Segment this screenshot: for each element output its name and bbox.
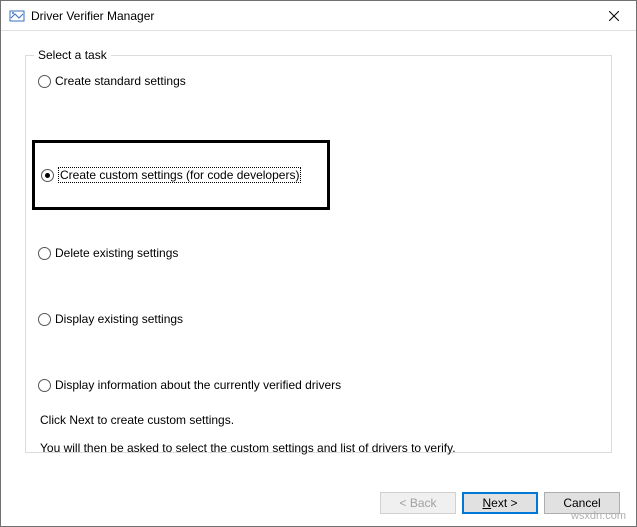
cancel-button[interactable]: Cancel [544, 492, 620, 514]
radio-icon [38, 379, 51, 392]
group-legend: Select a task [34, 48, 111, 62]
content-area: Select a task Create standard settings C… [1, 31, 636, 453]
back-button: < Back [380, 492, 456, 514]
radio-create-custom[interactable]: Create custom settings (for code develop… [41, 167, 301, 183]
radio-label: Create standard settings [55, 74, 186, 88]
task-groupbox: Select a task Create standard settings C… [25, 55, 612, 453]
radio-label: Delete existing settings [55, 246, 178, 260]
radio-label: Display existing settings [55, 312, 183, 326]
highlight-box: Create custom settings (for code develop… [32, 140, 330, 210]
titlebar: Driver Verifier Manager [1, 1, 636, 31]
radio-display-info[interactable]: Display information about the currently … [38, 378, 601, 392]
window-title: Driver Verifier Manager [31, 9, 591, 23]
radio-icon [38, 313, 51, 326]
info-line-1: Click Next to create custom settings. [40, 410, 597, 432]
next-button[interactable]: Next > [462, 492, 538, 514]
radio-icon [38, 247, 51, 260]
info-line-2: You will then be asked to select the cus… [40, 438, 597, 460]
close-icon [609, 11, 619, 21]
app-icon [9, 8, 25, 24]
close-button[interactable] [591, 1, 636, 30]
window: Driver Verifier Manager Select a task Cr… [0, 0, 637, 527]
radio-display-existing[interactable]: Display existing settings [38, 312, 601, 326]
radio-create-standard[interactable]: Create standard settings [38, 74, 601, 88]
radio-icon [41, 169, 54, 182]
wizard-buttons: < Back Next > Cancel [380, 492, 620, 514]
radio-delete-existing[interactable]: Delete existing settings [38, 246, 601, 260]
radio-label: Create custom settings (for code develop… [58, 167, 301, 183]
radio-icon [38, 75, 51, 88]
radio-label: Display information about the currently … [55, 378, 341, 392]
